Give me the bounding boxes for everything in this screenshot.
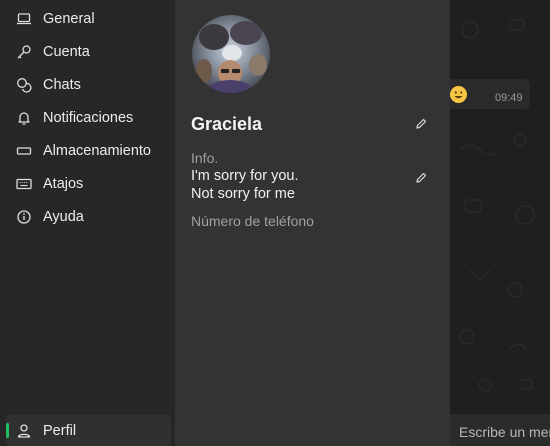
grinning-face-emoji [450,86,467,103]
sidebar-item-cuenta[interactable]: Cuenta [6,36,171,67]
laptop-icon [16,11,32,27]
info-label: Info. [191,150,219,166]
sidebar-item-label: Almacenamiento [43,142,151,159]
edit-info-pencil-icon[interactable] [414,171,428,185]
chat-bubbles-icon [16,77,32,93]
info-text: I'm sorry for you. Not sorry for me [191,168,299,202]
sidebar-item-label: Atajos [43,175,84,192]
chat-area: 09:49 Escribe un mensaje [450,0,550,446]
storage-icon [16,143,32,159]
sidebar-item-label: General [43,10,95,27]
message-composer[interactable]: Escribe un mensaje [450,414,550,446]
edit-name-pencil-icon[interactable] [414,117,428,131]
sidebar-item-ayuda[interactable]: Ayuda [6,201,171,232]
sidebar-item-almacenamiento[interactable]: Almacenamiento [6,135,171,166]
sidebar-item-perfil[interactable]: Perfil [6,415,171,446]
chat-wallpaper-pattern [459,19,535,392]
profile-panel: Graciela Info. I'm sorry for you. Not so… [175,0,450,446]
sidebar-item-label: Cuenta [43,43,90,60]
sidebar-item-atajos[interactable]: Atajos [6,168,171,199]
sidebar-item-label: Notificaciones [43,109,134,126]
info-icon [16,209,32,225]
settings-sidebar: General Cuenta Chats Notificaciones Alma… [0,0,175,446]
key-icon [16,44,32,60]
sidebar-item-label: Ayuda [43,208,84,225]
message-timestamp: 09:49 [495,92,523,104]
person-icon [16,423,32,439]
sidebar-item-notificaciones[interactable]: Notificaciones [6,102,171,133]
phone-number-label: Número de teléfono [191,213,314,229]
sidebar-item-label: Perfil [43,422,77,439]
composer-placeholder: Escribe un mensaje [459,424,550,440]
sidebar-item-label: Chats [43,76,81,93]
keyboard-icon [16,176,32,192]
profile-name: Graciela [191,114,263,134]
sidebar-item-chats[interactable]: Chats [6,69,171,100]
avatar[interactable] [192,15,270,93]
bell-icon [16,110,32,126]
sidebar-item-general[interactable]: General [6,3,171,34]
active-indicator [6,423,9,438]
